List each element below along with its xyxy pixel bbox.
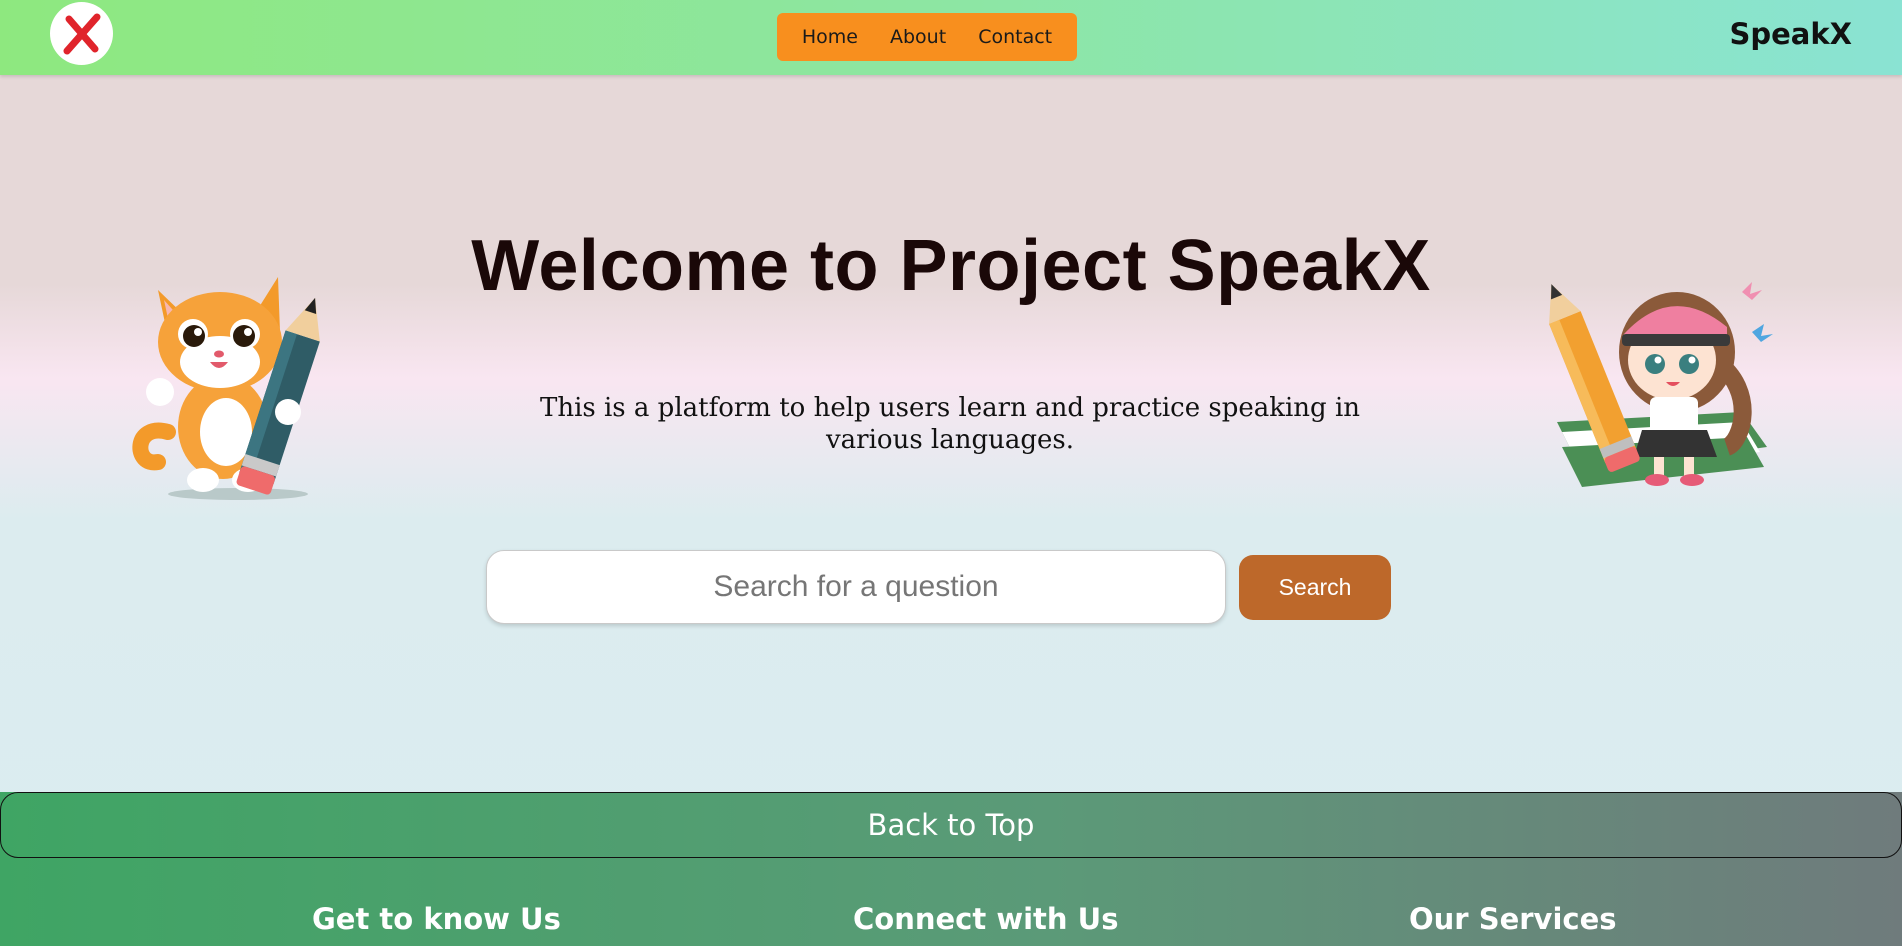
search-button[interactable]: Search	[1239, 555, 1391, 620]
search-input[interactable]	[486, 550, 1226, 624]
hero-subtitle: This is a platform to help users learn a…	[539, 393, 1361, 455]
footer-col-connect-with-us[interactable]: Connect with Us	[853, 902, 1118, 936]
back-to-top-button[interactable]: Back to Top	[0, 792, 1902, 858]
main-nav: Home About Contact	[777, 13, 1077, 61]
cat-with-pencil-illustration	[132, 277, 320, 500]
nav-contact[interactable]: Contact	[978, 26, 1052, 48]
nav-home[interactable]: Home	[802, 26, 858, 48]
nav-about[interactable]: About	[890, 26, 946, 48]
footer-col-our-services[interactable]: Our Services	[1409, 902, 1617, 936]
site-header: Home About Contact SpeakX	[0, 0, 1902, 75]
girl-with-pencil-illustration	[1549, 282, 1773, 487]
close-x-icon	[63, 13, 100, 54]
brand-name: SpeakX	[1729, 17, 1852, 51]
footer-col-get-to-know-us[interactable]: Get to know Us	[312, 902, 561, 936]
logo[interactable]	[50, 2, 113, 65]
